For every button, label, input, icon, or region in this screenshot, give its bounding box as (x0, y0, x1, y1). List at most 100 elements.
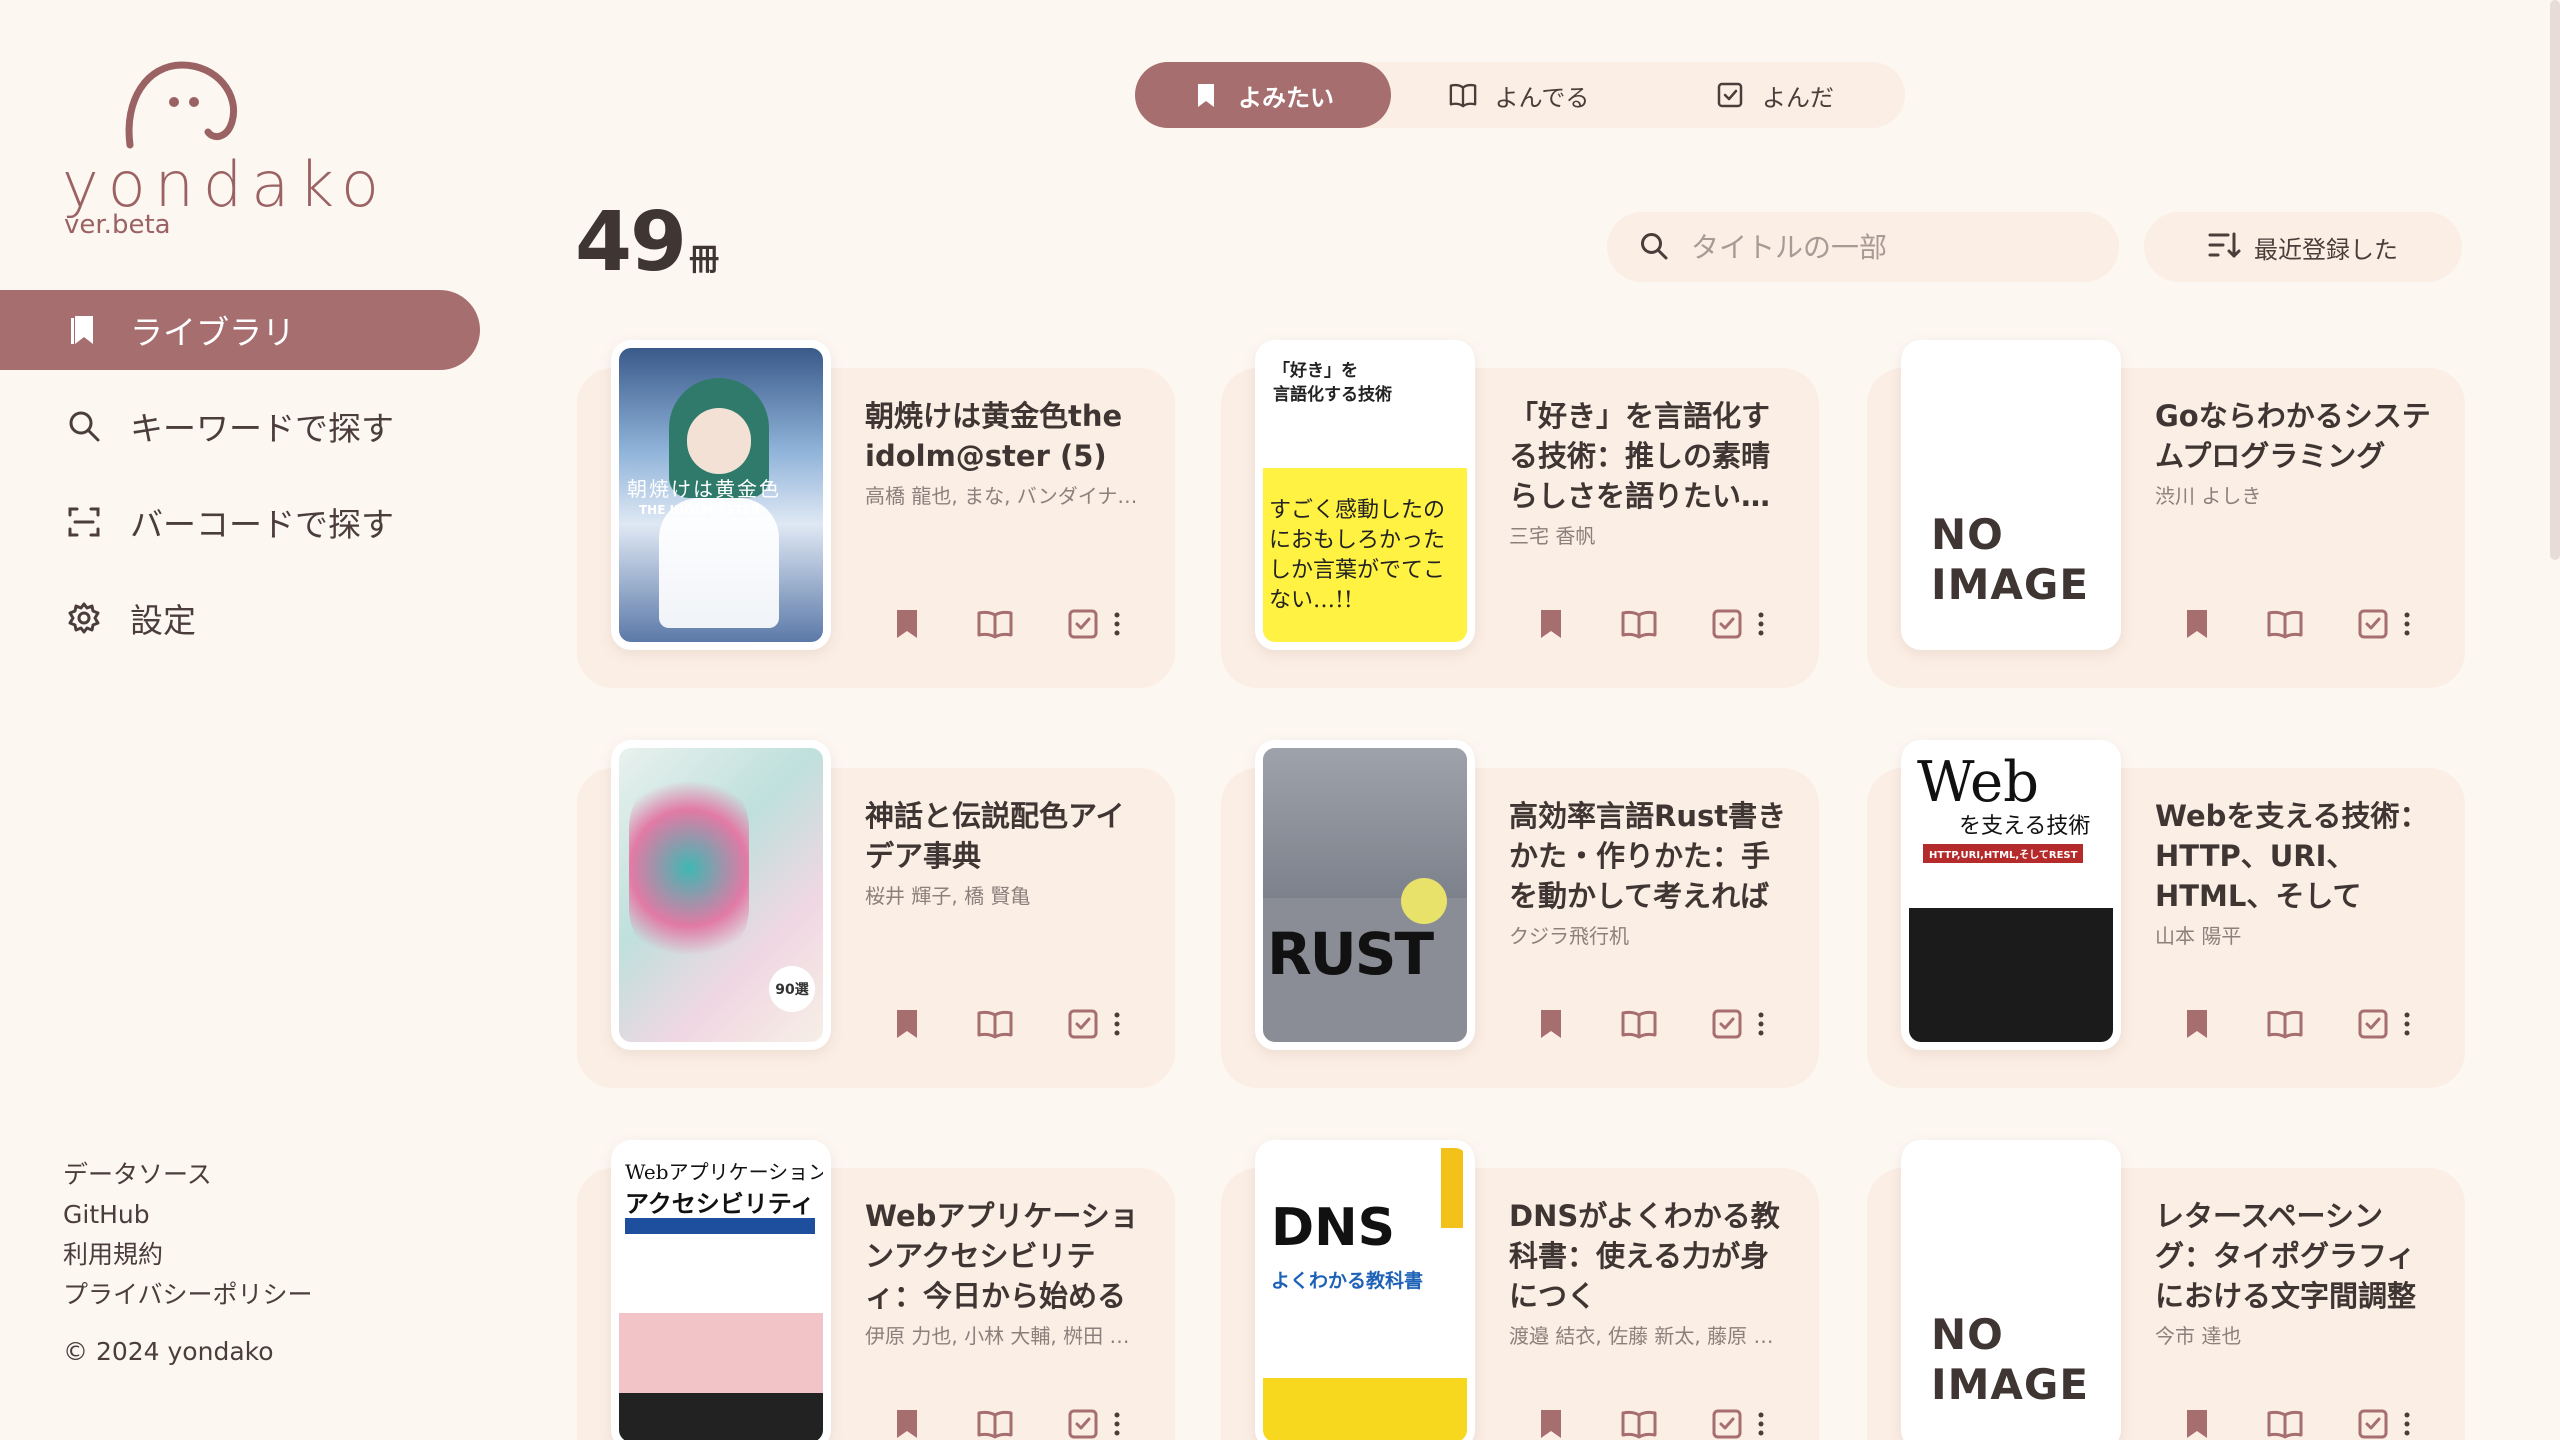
checkbox-icon (2358, 1009, 2388, 1039)
sort-icon (2208, 230, 2242, 264)
version-label: ver.beta (64, 210, 171, 240)
app-logo[interactable]: yondako ver.beta (62, 60, 379, 240)
more-menu-button[interactable] (1109, 1004, 1125, 1044)
read-button[interactable] (2353, 1404, 2393, 1440)
sidebar-item-keyword-search[interactable]: キーワードで探す (0, 386, 480, 466)
tab-label: よみたい (1238, 83, 1334, 112)
more-menu-button[interactable] (1753, 1004, 1769, 1044)
book-card[interactable]: NO IMAGE Goならわかるシステムプログラミング 渋川 よしき (1867, 340, 2465, 688)
reading-button[interactable] (975, 1004, 1015, 1044)
read-button[interactable] (1063, 1004, 1103, 1044)
sidebar-item-library[interactable]: ライブラリ (0, 290, 480, 370)
open-book-icon (2267, 1410, 2303, 1439)
book-title: Goならわかるシステムプログラミング (2155, 399, 2431, 473)
book-actions (2177, 1004, 2415, 1044)
more-menu-button[interactable] (2399, 1404, 2415, 1440)
reading-button[interactable] (975, 1404, 1015, 1440)
book-cover[interactable]: RUST (1255, 740, 1475, 1050)
book-title: DNSがよくわかる教科書：使える力が身につく (1509, 1199, 1780, 1313)
footer-link-terms[interactable]: 利用規約 (63, 1235, 313, 1275)
more-menu-button[interactable] (2399, 1004, 2415, 1044)
book-cover-placeholder[interactable]: NO IMAGE (1901, 340, 2121, 650)
book-cover[interactable]: Web を支える技術 HTTP,URI,HTML,そしてREST (1901, 740, 2121, 1050)
bookmark-icon (2187, 1410, 2207, 1438)
library-bookmark-icon (64, 310, 104, 350)
want-to-read-button[interactable] (887, 1404, 927, 1440)
cover-title-2: 言語化する技術 (1273, 385, 1392, 405)
reading-button[interactable] (1619, 604, 1659, 644)
book-card[interactable]: Web を支える技術 HTTP,URI,HTML,そしてREST Webを支える… (1867, 740, 2465, 1088)
book-cover-placeholder[interactable]: NO IMAGE (1901, 1140, 2121, 1440)
read-button[interactable] (1063, 604, 1103, 644)
tab-want-to-read[interactable]: よみたい (1135, 62, 1391, 128)
book-author: 高橋 龍也, まな, バンダイナ… (865, 484, 1138, 508)
footer-link-privacy[interactable]: プライバシーポリシー (63, 1275, 313, 1315)
book-card[interactable]: DNS よくわかる教科書 DNSがよくわかる教科書：使える力が身につく 渡邉 結… (1221, 1140, 1819, 1440)
cover-series: THE IDOLM@STER (639, 503, 761, 517)
book-author: 桜井 輝子, 橋 賢亀 (865, 884, 1031, 908)
more-vertical-icon (2404, 1412, 2410, 1436)
book-author: 今市 達也 (2155, 1324, 2242, 1348)
book-card[interactable]: NO IMAGE レタースペーシング：タイポグラフィにおける文字間調整の考… 今… (1867, 1140, 2465, 1440)
footer-link-datasource[interactable]: データソース (63, 1155, 313, 1195)
more-menu-button[interactable] (1109, 1404, 1125, 1440)
reading-button[interactable] (2265, 1404, 2305, 1440)
sidebar-item-barcode-search[interactable]: バーコードで探す (0, 482, 480, 562)
logo-mascot-icon (125, 61, 237, 149)
read-button[interactable] (2353, 604, 2393, 644)
read-button[interactable] (1707, 1004, 1747, 1044)
book-cover[interactable]: 朝焼けは黄金色 THE IDOLM@STER (611, 340, 831, 650)
want-to-read-button[interactable] (887, 604, 927, 644)
book-cover[interactable]: 90選 (611, 740, 831, 1050)
sidebar-item-settings[interactable]: 設定 (0, 578, 480, 658)
book-card[interactable]: 90選 神話と伝説配色アイデア事典 桜井 輝子, 橋 賢亀 (577, 740, 1175, 1088)
book-actions (887, 604, 1125, 644)
more-menu-button[interactable] (1753, 604, 1769, 644)
more-menu-button[interactable] (1753, 1404, 1769, 1440)
checkbox-icon (1712, 609, 1742, 639)
reading-button[interactable] (1619, 1004, 1659, 1044)
want-to-read-button[interactable] (887, 1004, 927, 1044)
tab-reading[interactable]: よんでる (1391, 62, 1647, 128)
page-scrollbar[interactable] (2550, 0, 2560, 560)
want-to-read-button[interactable] (1531, 1004, 1571, 1044)
footer-link-github[interactable]: GitHub (63, 1195, 313, 1235)
want-to-read-button[interactable] (1531, 604, 1571, 644)
bookmark-icon (897, 1010, 917, 1038)
read-button[interactable] (1707, 1404, 1747, 1440)
cover-title: 「好き」を (1273, 361, 1358, 381)
want-to-read-button[interactable] (2177, 604, 2217, 644)
cover-title: Webアプリケーション (625, 1160, 823, 1184)
book-cover[interactable]: DNS よくわかる教科書 (1255, 1140, 1475, 1440)
book-card[interactable]: 「好き」を 言語化する技術 すごく感動したのにおもしろかったしか言葉がでてこない… (1221, 340, 1819, 688)
checkbox-icon (1716, 81, 1744, 109)
sort-button[interactable]: 最近登録した (2144, 212, 2462, 282)
read-button[interactable] (1707, 604, 1747, 644)
more-menu-button[interactable] (1109, 604, 1125, 644)
read-button[interactable] (1063, 1404, 1103, 1440)
book-card[interactable]: Webアプリケーション アクセシビリティ Webアプリケーションアクセシビリティ… (577, 1140, 1175, 1440)
book-actions (2177, 1404, 2415, 1440)
reading-button[interactable] (1619, 1404, 1659, 1440)
book-card[interactable]: RUST 高効率言語Rust書きかた・作りかた：手を動かして考えればよ… クジラ… (1221, 740, 1819, 1088)
want-to-read-button[interactable] (2177, 1404, 2217, 1440)
title-search[interactable] (1607, 212, 2119, 282)
reading-button[interactable] (975, 604, 1015, 644)
checkbox-icon (1068, 1409, 1098, 1439)
search-input[interactable] (1691, 230, 2111, 264)
gear-icon (64, 598, 104, 638)
want-to-read-button[interactable] (2177, 1004, 2217, 1044)
tab-read[interactable]: よんだ (1647, 62, 1903, 128)
reading-button[interactable] (2265, 604, 2305, 644)
read-button[interactable] (2353, 1004, 2393, 1044)
cover-title: DNS (1271, 1198, 1396, 1258)
want-to-read-button[interactable] (1531, 1404, 1571, 1440)
open-book-icon (2267, 1010, 2303, 1039)
reading-button[interactable] (2265, 1004, 2305, 1044)
book-cover[interactable]: Webアプリケーション アクセシビリティ (611, 1140, 831, 1440)
more-menu-button[interactable] (2399, 604, 2415, 644)
more-vertical-icon (1114, 1012, 1120, 1036)
book-card[interactable]: 朝焼けは黄金色 THE IDOLM@STER 朝焼けは黄金色the idolm@… (577, 340, 1175, 688)
book-count-unit: 冊 (689, 243, 720, 278)
book-cover[interactable]: 「好き」を 言語化する技術 すごく感動したのにおもしろかったしか言葉がでてこない… (1255, 340, 1475, 650)
